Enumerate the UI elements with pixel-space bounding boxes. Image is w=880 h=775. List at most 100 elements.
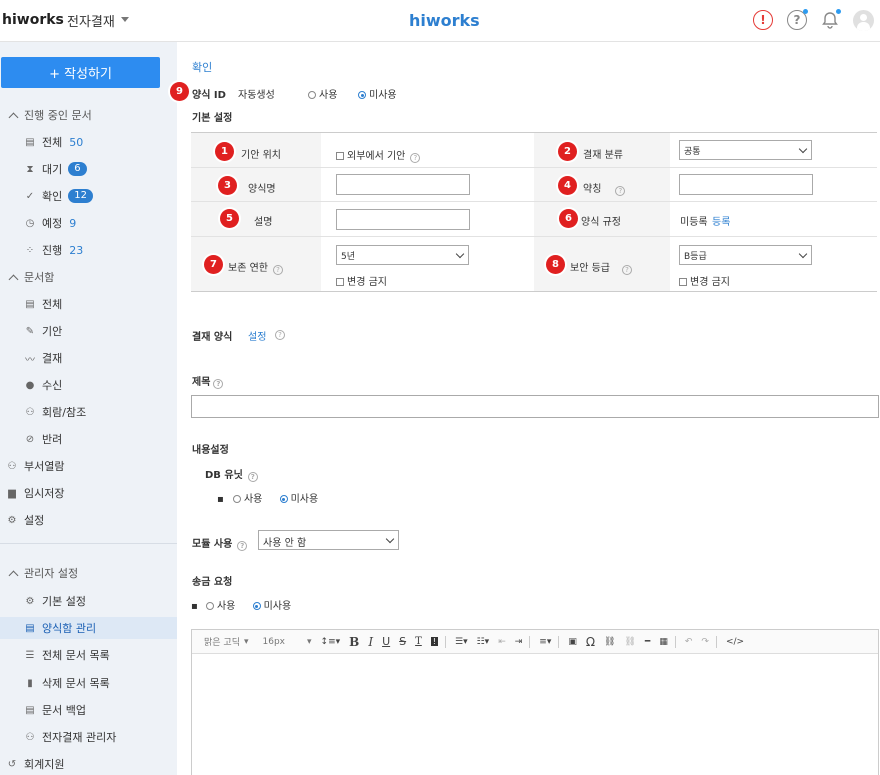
- sidebar-item-form-box[interactable]: ▤ 양식함 관리: [0, 617, 177, 639]
- section-docbox[interactable]: 문서함: [0, 266, 177, 288]
- help-icon[interactable]: ?: [247, 472, 258, 482]
- bullet-list-icon[interactable]: ☰▾: [455, 637, 468, 647]
- form-name-label: 양식명: [248, 184, 276, 195]
- font-family-select[interactable]: 맑은 고딕 ▾: [204, 635, 249, 649]
- alert-icon[interactable]: !: [753, 10, 773, 30]
- spinner-icon: ⁘: [25, 244, 35, 256]
- content-editor[interactable]: 맑은 고딕 ▾ 16px ▾ ↕≡▾ B I U S T ! ☰▾ ☷▾ ⇤ ⇥ ≡…: [191, 629, 879, 775]
- abbreviation-input[interactable]: [679, 174, 813, 195]
- sidebar-item-settings[interactable]: ⚙ 설정: [0, 509, 177, 531]
- sidebar-item-confirm[interactable]: ✓ 확인 12: [0, 185, 177, 207]
- source-code-icon[interactable]: </>: [726, 637, 744, 647]
- section-in-progress[interactable]: 진행 중인 문서: [0, 104, 177, 126]
- sidebar-item-docbox-all[interactable]: ▤ 전체: [0, 293, 177, 315]
- compose-button[interactable]: + 작성하기: [1, 57, 160, 88]
- security-no-change-checkbox[interactable]: 변경 금지: [679, 273, 730, 288]
- content-settings-label: 내용설정: [192, 445, 229, 456]
- form-name-input[interactable]: [336, 174, 470, 195]
- chevron-up-icon: [8, 570, 19, 580]
- form-id-use-radio[interactable]: 사용: [308, 86, 337, 101]
- avatar[interactable]: [853, 10, 874, 31]
- help-icon[interactable]: ?: [410, 153, 421, 163]
- security-level-select[interactable]: B등급: [679, 245, 812, 265]
- help-icon[interactable]: ?: [275, 330, 285, 340]
- line-height-icon[interactable]: ↕≡▾: [321, 637, 341, 647]
- align-icon[interactable]: ≡▾: [539, 637, 551, 647]
- remittance-nonuse-radio[interactable]: 미사용: [252, 601, 291, 612]
- sidebar-item-rejected[interactable]: ⊘ 반려: [0, 428, 177, 450]
- sidebar-item-dept-view[interactable]: ⚇ 부서열람: [0, 455, 177, 477]
- caret-down-icon[interactable]: [121, 17, 129, 22]
- check-icon: ✓: [25, 190, 35, 202]
- help-icon[interactable]: ?: [237, 541, 248, 551]
- bold-icon[interactable]: B: [349, 635, 359, 649]
- horizontal-rule-icon[interactable]: ━: [645, 637, 650, 647]
- image-icon[interactable]: ▣: [568, 637, 577, 647]
- unlink-icon[interactable]: ⛓: [624, 637, 635, 647]
- underline-icon[interactable]: U: [382, 635, 390, 648]
- sidebar-item-ongoing[interactable]: ⁘ 진행 23: [0, 239, 177, 261]
- confirm-link[interactable]: 확인: [192, 59, 212, 75]
- security-level-label: 보안 등급?: [570, 259, 632, 275]
- db-unit-nonuse-radio[interactable]: 미사용: [279, 494, 318, 505]
- section-admin[interactable]: 관리자 설정: [0, 562, 177, 584]
- form-rule-register-link[interactable]: 등록: [712, 213, 730, 228]
- center-logo[interactable]: hiworks: [409, 11, 480, 30]
- text-color-icon[interactable]: T: [415, 636, 422, 647]
- remittance-label: 송금 요청: [192, 577, 233, 588]
- font-size-select[interactable]: 16px ▾: [263, 637, 312, 647]
- help-icon[interactable]: ?: [213, 379, 224, 389]
- description-input[interactable]: [336, 209, 470, 230]
- sidebar-item-waiting[interactable]: ⧗ 대기 6: [0, 158, 177, 180]
- sidebar-item-scheduled[interactable]: ◷ 예정 9: [0, 212, 177, 234]
- help-icon[interactable]: ?: [272, 265, 283, 275]
- signature-icon: 〰: [25, 354, 35, 366]
- italic-icon[interactable]: I: [368, 635, 373, 649]
- link-icon[interactable]: ⛓: [604, 637, 615, 647]
- db-unit-label: DB 유닛?: [205, 466, 258, 482]
- indent-icon[interactable]: ⇥: [515, 637, 523, 647]
- sidebar-item-temp-save[interactable]: ▆ 임시저장: [0, 482, 177, 504]
- undo-icon[interactable]: ↶: [685, 637, 693, 647]
- list-icon: ☰: [25, 649, 35, 661]
- sidebar-item-all[interactable]: ▤ 전체 50: [0, 131, 177, 153]
- help-icon[interactable]: ?: [615, 186, 626, 196]
- redo-icon[interactable]: ↷: [701, 637, 709, 647]
- highlight-icon[interactable]: !: [430, 637, 438, 646]
- retention-select[interactable]: 5년: [336, 245, 469, 265]
- clock-icon: ◷: [25, 217, 35, 229]
- sidebar-item-approval[interactable]: 〰 결재: [0, 347, 177, 369]
- db-unit-options: ▪ 사용 미사용: [217, 494, 319, 505]
- sidebar-item-accounting[interactable]: ↺ 회계지원: [0, 753, 177, 775]
- external-draft-checkbox[interactable]: 외부에서 기안?: [336, 147, 421, 163]
- outdent-icon[interactable]: ⇤: [498, 637, 506, 647]
- sidebar-item-backup[interactable]: ▤ 문서 백업: [0, 699, 177, 721]
- help-icon[interactable]: ?: [621, 265, 632, 275]
- table-icon[interactable]: ▦: [659, 637, 668, 647]
- app-switcher[interactable]: 전자결재: [67, 11, 115, 30]
- remittance-use-radio[interactable]: 사용: [205, 601, 235, 612]
- document-icon: ▤: [25, 298, 35, 310]
- number-list-icon[interactable]: ☷▾: [477, 637, 490, 647]
- sidebar-item-received[interactable]: ● 수신: [0, 374, 177, 396]
- sidebar-item-deleted-docs[interactable]: ▮ 삭제 문서 목록: [0, 672, 177, 694]
- sidebar-item-approval-admin[interactable]: ⚇ 전자결재 관리자: [0, 726, 177, 748]
- sidebar-item-circulation[interactable]: ⚇ 회람/참조: [0, 401, 177, 423]
- bell-dot: [836, 9, 841, 14]
- marker-2: 2: [558, 142, 577, 161]
- basic-settings-heading: 기본 설정: [192, 113, 233, 124]
- approval-form-setting-link[interactable]: 설정: [248, 328, 266, 343]
- sidebar-item-basic-settings[interactable]: ⚙ 기본 설정: [0, 590, 177, 612]
- retention-no-change-checkbox[interactable]: 변경 금지: [336, 273, 387, 288]
- title-input[interactable]: [191, 395, 879, 418]
- special-char-icon[interactable]: Ω: [586, 635, 595, 649]
- form-id-nonuse-radio[interactable]: 미사용: [358, 86, 397, 101]
- document-icon: ▤: [25, 704, 35, 716]
- approval-category-select[interactable]: 공통: [679, 140, 812, 160]
- strikethrough-icon[interactable]: S: [399, 635, 406, 648]
- brand-logo[interactable]: hiworks: [2, 12, 64, 28]
- db-unit-use-radio[interactable]: 사용: [232, 494, 262, 505]
- sidebar-item-draft[interactable]: ✎ 기안: [0, 320, 177, 342]
- module-use-select[interactable]: 사용 안 함: [258, 530, 399, 550]
- sidebar-item-all-docs[interactable]: ☰ 전체 문서 목록: [0, 644, 177, 666]
